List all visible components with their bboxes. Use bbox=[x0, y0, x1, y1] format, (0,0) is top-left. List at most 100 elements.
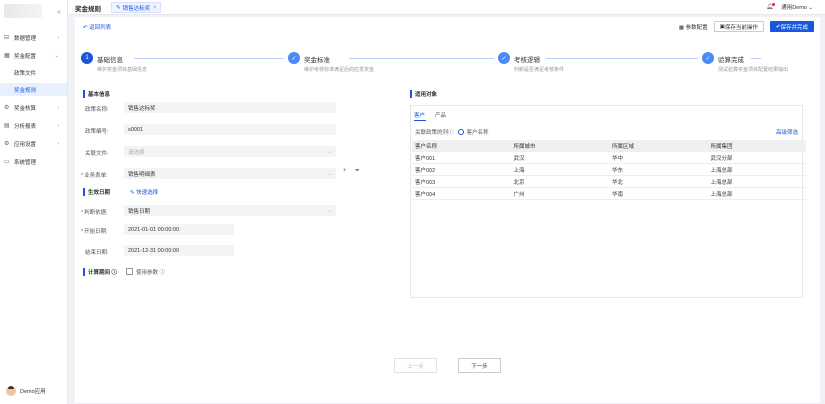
user-name: Demo应用 bbox=[20, 389, 46, 395]
step-connector bbox=[751, 58, 761, 59]
related-file-placeholder: 请选择 bbox=[128, 149, 145, 156]
radio-label: 客户名称 bbox=[466, 130, 489, 136]
tab-icon: ✎ bbox=[116, 4, 121, 11]
collapse-sidebar-icon[interactable]: « bbox=[57, 9, 61, 16]
page-title: 奖金规则 bbox=[75, 6, 101, 13]
check-icon: ✓ bbox=[702, 52, 714, 64]
chevron-right-icon: › bbox=[57, 141, 59, 147]
table-cell: 华东 bbox=[612, 167, 624, 174]
start-date-input[interactable]: 2021-01-01 00:00:00 bbox=[124, 224, 234, 235]
sidebar-subitem-policy-files[interactable]: 政策文件 bbox=[0, 66, 67, 79]
check-icon: ✓ bbox=[498, 52, 510, 64]
sidebar-item-bonus-config[interactable]: ▦ 奖金配置 ⌄ bbox=[0, 49, 67, 63]
sidebar-subitem-label: 政策文件 bbox=[14, 70, 37, 77]
section-basic-info: 基本信息 bbox=[83, 90, 110, 98]
check-icon: ✓ bbox=[288, 52, 300, 64]
biz-table-label-text: 业务表单: bbox=[84, 173, 108, 179]
policy-name-label: 政策名称: bbox=[85, 107, 109, 113]
table-cell: 华南 bbox=[612, 191, 624, 198]
table-cell: 客户001 bbox=[415, 155, 436, 162]
related-file-select[interactable]: 请选择 ⌄ bbox=[124, 146, 336, 157]
chevron-right-icon: › bbox=[57, 105, 59, 111]
sidebar-item-data-management[interactable]: ⊟ 数据管理 › bbox=[0, 31, 67, 45]
tab-customer[interactable]: 客户 bbox=[414, 111, 425, 119]
save-finish-button[interactable]: ✔ 保存并完成 bbox=[769, 21, 814, 32]
column-header: 所属区域 bbox=[612, 143, 635, 150]
filter-row: 关联政策的列 ⓘ 客户名称 bbox=[415, 128, 489, 136]
biz-table-select[interactable]: 销售明细表 ⌄ bbox=[124, 168, 336, 179]
table-row[interactable]: 客户003 北京 华北 上海总部 bbox=[412, 176, 806, 188]
database-icon: ⊟ bbox=[4, 35, 10, 41]
tab-product[interactable]: 产品 bbox=[435, 111, 446, 119]
tab-label: 销售达标奖 bbox=[122, 5, 151, 12]
sidebar-item-app-settings[interactable]: ⚙ 应用设置 › bbox=[0, 137, 67, 151]
step-desc: 维护考核标准满足后的应发奖金 bbox=[304, 67, 375, 73]
step-desc: 维护奖金项目基础信息 bbox=[97, 67, 148, 73]
cog-icon: ⚙ bbox=[4, 105, 10, 111]
table-cell: 上海 bbox=[513, 167, 525, 174]
step-number: 1 bbox=[81, 52, 93, 64]
user-area: 🔔︎ 通用Demo ⌄ bbox=[766, 3, 813, 11]
related-file-label: 关联文件: bbox=[85, 151, 109, 157]
save-finish-label: 保存并完成 bbox=[780, 24, 808, 31]
save-current-label: 保存当前操作 bbox=[724, 24, 758, 31]
step-title: 奖金标准 bbox=[304, 57, 330, 64]
table-row[interactable]: 客户001 武汉 华中 武汉分部 bbox=[412, 152, 806, 164]
step-desc: 判断是否满足考核条件 bbox=[514, 67, 565, 73]
quick-select-link[interactable]: ✎ 快速选择 bbox=[130, 188, 158, 196]
policy-name-input[interactable]: 销售达标奖 bbox=[124, 102, 336, 113]
param-config-button[interactable]: ▦ 参数配置 bbox=[679, 23, 708, 31]
user-dropdown[interactable]: 通用Demo ⌄ bbox=[781, 3, 813, 11]
column-header: 客户名称 bbox=[415, 143, 438, 150]
table-cell: 客户002 bbox=[415, 167, 436, 174]
sidebar-item-label: 数据管理 bbox=[14, 36, 37, 42]
add-icon[interactable]: + bbox=[343, 168, 347, 174]
judge-basis-label-text: 判断依据: bbox=[84, 210, 108, 216]
save-current-button[interactable]: ▣ 保存当前操作 bbox=[713, 21, 764, 32]
chevron-down-icon: ⌄ bbox=[327, 170, 332, 177]
biz-table-value: 销售明细表 bbox=[128, 171, 156, 178]
table-row[interactable]: 客户002 上海 华东 上海总部 bbox=[412, 164, 806, 176]
close-icon[interactable]: × bbox=[153, 5, 156, 11]
tab-sales-bonus[interactable]: ✎ 销售达标奖 × bbox=[111, 2, 162, 13]
sidebar-item-system[interactable]: ▭ 系统管理 bbox=[0, 155, 67, 169]
start-date-value: 2021-01-01 00:00:00 bbox=[128, 226, 180, 233]
customer-name-radio[interactable] bbox=[457, 129, 464, 135]
toolbar: ▦ 参数配置 ▣ 保存当前操作 ✔ 保存并完成 bbox=[679, 21, 814, 32]
param-icon: ▦ bbox=[678, 24, 686, 31]
judge-basis-select[interactable]: 销售日期 ⌄ bbox=[124, 205, 336, 216]
sidebar-item-bonus-calc[interactable]: ⚙ 奖金核算 › bbox=[0, 101, 67, 115]
user-profile[interactable]: Demo应用 bbox=[6, 386, 46, 396]
use-param-label: 使用参数 ⓘ bbox=[136, 268, 165, 276]
end-date-input[interactable]: 2021-12-31 00:00:00 bbox=[124, 245, 234, 256]
step-connector bbox=[134, 58, 284, 59]
step-bonus-standard[interactable]: ✓ 奖金标准 维护考核标准满足后的应发奖金 bbox=[288, 52, 374, 73]
next-step-button[interactable]: 下一步 bbox=[458, 358, 501, 373]
back-to-list-link[interactable]: ↶ 返回列表 bbox=[83, 23, 111, 31]
table-cell: 北京 bbox=[513, 179, 525, 186]
step-connector bbox=[546, 58, 698, 59]
policy-code-label: 政策编号: bbox=[85, 129, 109, 135]
table-row[interactable]: 客户004 广州 华南 上海总部 bbox=[412, 188, 806, 200]
prev-step-button[interactable]: 上一步 bbox=[394, 358, 437, 373]
steps-bar: 1 基础信息 维护奖金项目基础信息 ✓ 奖金标准 维护考核标准满足后的应发奖金 … bbox=[81, 52, 821, 74]
step-assessment-logic[interactable]: ✓ 考核逻辑 判断是否满足考核条件 bbox=[498, 52, 564, 73]
bell-icon[interactable]: 🔔︎ bbox=[766, 3, 776, 10]
active-tab-indicator bbox=[414, 120, 426, 121]
sidebar-item-reports[interactable]: ▤ 分析报表 › bbox=[0, 119, 67, 133]
sidebar-subitem-bonus-rules[interactable]: 奖金规则 bbox=[0, 83, 67, 96]
start-date-label-text: 开始日期: bbox=[84, 229, 108, 235]
policy-code-input[interactable]: s0001 bbox=[124, 124, 336, 135]
step-basic-info[interactable]: 1 基础信息 维护奖金项目基础信息 bbox=[81, 52, 147, 73]
table-cell: 客户004 bbox=[415, 191, 436, 198]
step-verify-complete[interactable]: ✓ 验算完成 测试验算奖金项目配置结果输出 bbox=[702, 52, 788, 73]
param-config-label: 参数配置 bbox=[685, 24, 708, 31]
filter-icon[interactable]: ⏷ bbox=[355, 168, 360, 175]
advanced-filter-link[interactable]: 高级筛选 bbox=[776, 128, 798, 136]
table-cell: 上海总部 bbox=[710, 167, 733, 174]
sidebar-item-label: 奖金配置 bbox=[14, 54, 37, 60]
info-icon: ⓘ bbox=[110, 270, 118, 276]
filter-label: 关联政策的列 bbox=[415, 130, 449, 136]
sidebar-item-label: 应用设置 bbox=[14, 142, 37, 148]
use-param-checkbox[interactable] bbox=[126, 268, 133, 275]
